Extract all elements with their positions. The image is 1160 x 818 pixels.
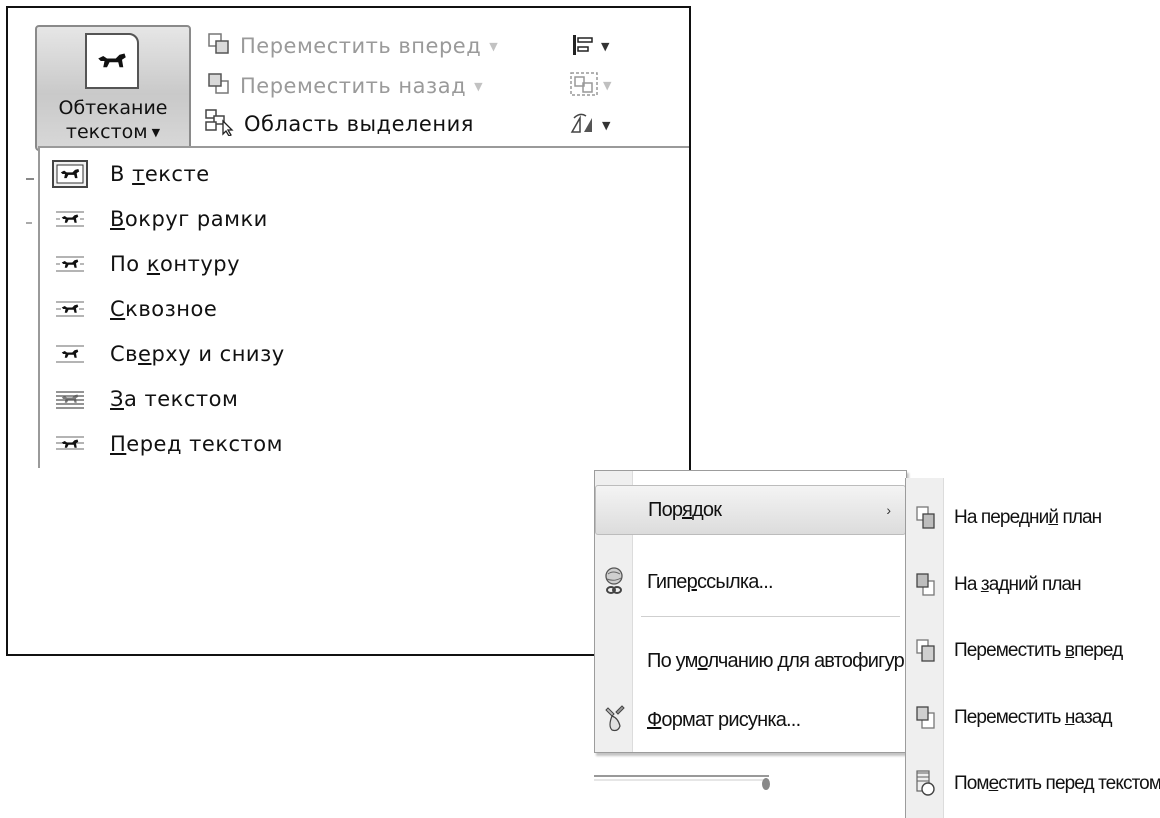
selection-pane-icon — [204, 108, 236, 141]
wrap-option-in-front-of-text[interactable]: Перед текстом — [52, 426, 283, 462]
selection-pane-button[interactable]: Область выделения — [204, 108, 474, 141]
wrap-option-top-bottom[interactable]: Сверху и снизу — [52, 336, 285, 372]
menu-separator — [641, 616, 900, 617]
wrap-option-inline[interactable]: В тексте — [52, 156, 210, 192]
align-icon — [571, 33, 597, 60]
arrange-ribbon-group: Обтекание текстом ▼ Переместить вперед ▼ … — [8, 8, 689, 154]
dropdown-arrow-icon: ▼ — [151, 126, 161, 139]
format-picture-icon — [601, 704, 629, 736]
ruler-fragment — [26, 178, 34, 224]
bring-in-front-of-text-icon — [914, 769, 938, 799]
submenu-arrow-icon: › — [886, 502, 891, 518]
inline-with-text-icon — [52, 160, 88, 188]
menu-item-bring-in-front-of-text[interactable]: Поместить перед текстом — [906, 756, 1160, 812]
menu-item-default-autoshape[interactable]: По умолчанию для автофигур — [595, 636, 906, 686]
square-wrap-icon — [52, 205, 88, 233]
in-front-of-text-icon — [52, 430, 88, 458]
menu-item-format-picture[interactable]: Формат рисунка... — [595, 695, 906, 745]
bring-forward-icon — [206, 32, 232, 61]
selection-pane-label: Область выделения — [244, 112, 474, 136]
chevron-down-icon: ▼ — [601, 39, 610, 53]
menu-item-send-to-back[interactable]: На задний план — [906, 557, 1160, 613]
slider-thumb[interactable] — [762, 778, 770, 790]
wrap-option-behind-text[interactable]: За текстом — [52, 381, 238, 417]
top-bottom-wrap-icon — [52, 340, 88, 368]
menu-item-bring-to-front[interactable]: На передний план — [906, 490, 1160, 546]
chevron-down-icon: ▼ — [602, 118, 611, 132]
bring-to-front-icon — [914, 503, 938, 533]
wrap-text-label-line1: Обтекание — [58, 97, 168, 119]
behind-text-icon — [52, 385, 88, 413]
context-menu: Порядок › Гиперссылка... По умолчанию дл… — [594, 470, 907, 753]
menu-item-hyperlink[interactable]: Гиперссылка... — [595, 557, 906, 607]
send-backward-button[interactable]: Переместить назад ▼ — [206, 71, 483, 101]
bring-forward-icon — [914, 636, 938, 666]
wrap-option-tight[interactable]: По контуру — [52, 246, 240, 282]
rotate-button[interactable]: ▼ — [568, 111, 626, 139]
wrap-text-dog-icon — [85, 33, 139, 89]
send-backward-label: Переместить назад — [240, 74, 467, 98]
chevron-down-icon: ▼ — [489, 39, 499, 53]
order-submenu: На передний план На задний план Перемест… — [905, 478, 1160, 818]
menu-item-bring-forward[interactable]: Переместить вперед — [906, 623, 1160, 679]
rotate-icon — [568, 112, 598, 139]
ribbon-wrap-panel: Обтекание текстом ▼ Переместить вперед ▼ … — [6, 6, 691, 656]
tight-wrap-icon — [52, 250, 88, 278]
menu-item-order[interactable]: Порядок › — [595, 485, 906, 535]
chevron-down-icon: ▼ — [603, 78, 612, 92]
wrap-option-through[interactable]: Сквозное — [52, 291, 217, 327]
chevron-down-icon: ▼ — [474, 79, 484, 93]
slider-fragment — [594, 775, 770, 790]
bring-forward-button[interactable]: Переместить вперед ▼ — [206, 31, 498, 61]
send-backward-icon — [914, 703, 938, 733]
group-button[interactable]: ▼ — [569, 71, 627, 99]
group-icon — [569, 71, 599, 100]
through-wrap-icon — [52, 295, 88, 323]
bring-forward-label: Переместить вперед — [240, 34, 482, 58]
wrap-option-square[interactable]: Вокруг рамки — [52, 201, 268, 237]
align-button[interactable]: ▼ — [571, 32, 629, 60]
send-backward-icon — [206, 72, 232, 101]
hyperlink-globe-icon — [601, 566, 629, 598]
menu-item-send-backward[interactable]: Переместить назад — [906, 690, 1160, 746]
wrap-text-button[interactable]: Обтекание текстом ▼ — [35, 25, 191, 151]
send-to-back-icon — [914, 570, 938, 600]
wrap-text-dropdown-menu: В тексте Вокруг рамки По контуру Сквозно… — [38, 146, 689, 468]
wrap-text-label-line2: текстом — [65, 121, 148, 143]
